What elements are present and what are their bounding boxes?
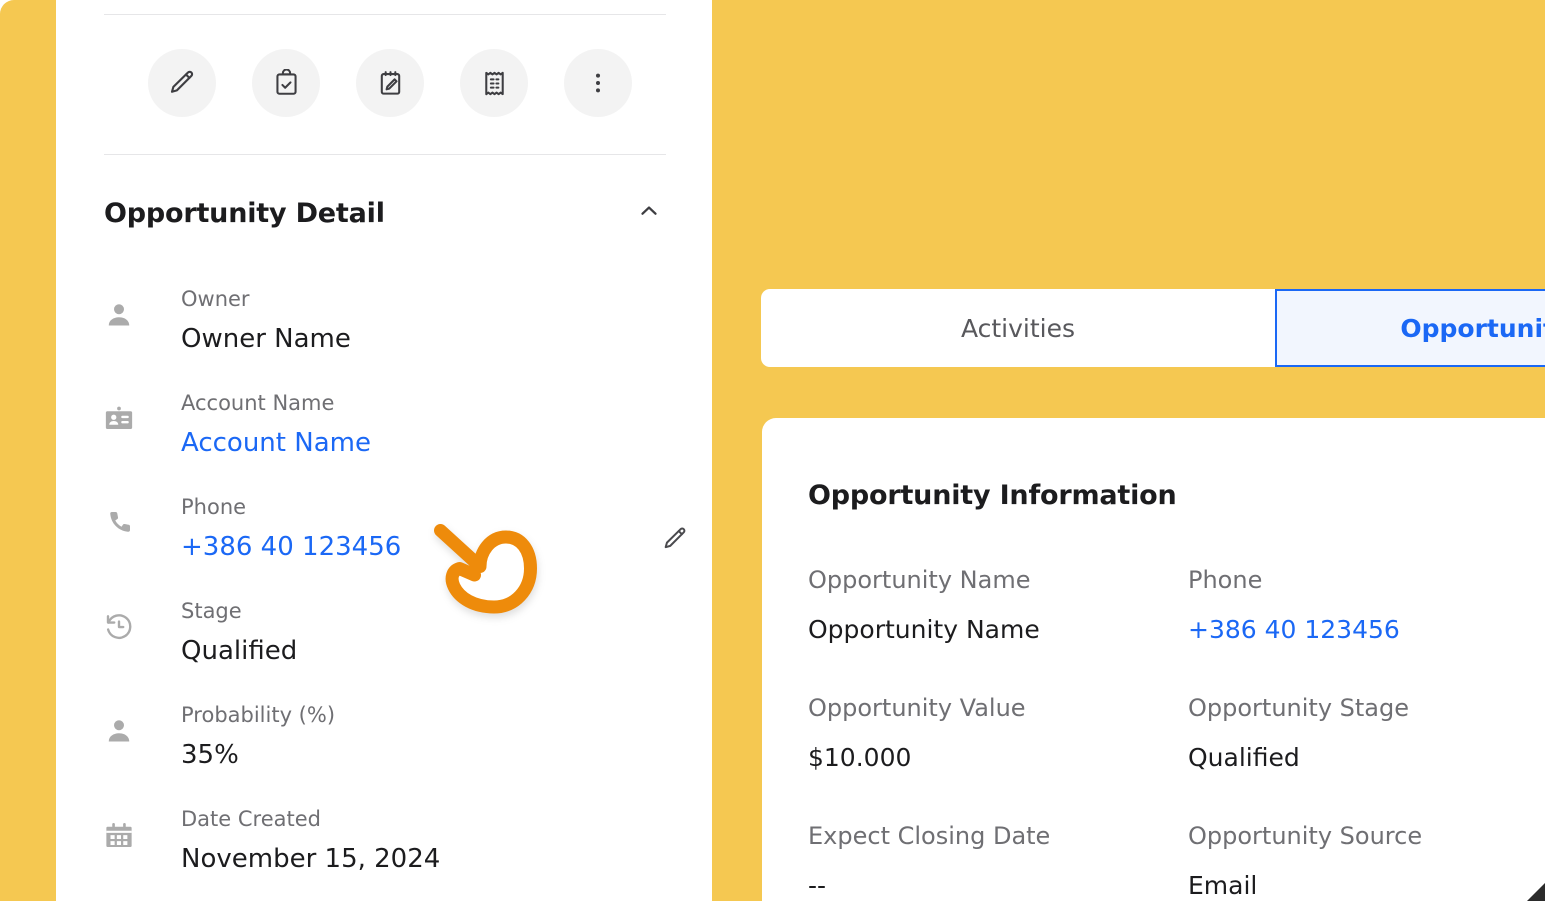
field-body: Probability (%) 35% <box>181 692 336 770</box>
edit-pencil-icon-button[interactable] <box>148 49 216 117</box>
tab-bar: Activities Opportunity Detail <box>761 289 1545 367</box>
info-value: Email <box>1188 871 1258 900</box>
field-value: Qualified <box>181 636 298 666</box>
note-pencil-icon-button[interactable] <box>356 49 424 117</box>
info-value: Opportunity Name <box>808 615 1040 644</box>
info-label: Expect Closing Date <box>808 822 1051 850</box>
field-row: Date Created November 15, 2024 <box>104 796 704 900</box>
app-screen: Opportunity Detail Owner Owner Name Acco… <box>0 0 1545 901</box>
account-name-link[interactable]: Account Name <box>181 430 371 456</box>
edit-pencil-icon <box>167 68 197 98</box>
phone-icon <box>104 508 140 538</box>
tab-opportunity-detail[interactable]: Opportunity Detail <box>1275 289 1545 367</box>
person-icon <box>104 716 140 746</box>
field-body: Owner Owner Name <box>181 276 351 354</box>
info-value: $10.000 <box>808 743 912 772</box>
field-body: Date Created November 15, 2024 <box>181 796 441 874</box>
history-icon <box>104 612 140 642</box>
calendar-icon <box>104 820 140 850</box>
more-vertical-icon-button[interactable] <box>564 49 632 117</box>
tab-activities[interactable]: Activities <box>761 289 1275 367</box>
info-card-title: Opportunity Information <box>808 480 1177 511</box>
info-cell: Opportunity Value $10.000 <box>808 696 1188 824</box>
info-row: Expect Closing Date -- Opportunity Sourc… <box>808 824 1545 901</box>
info-label: Opportunity Name <box>808 566 1031 594</box>
field-body: Account Name Account Name <box>181 380 371 457</box>
corner-marker <box>1527 883 1545 901</box>
field-label: Date Created <box>181 807 321 831</box>
note-pencil-icon <box>376 69 405 98</box>
receipt-icon <box>480 69 509 98</box>
field-row: Stage Qualified <box>104 588 704 692</box>
field-row: Probability (%) 35% <box>104 692 704 796</box>
receipt-icon-button[interactable] <box>460 49 528 117</box>
field-label: Stage <box>181 599 242 623</box>
field-body: Phone +386 40 123456 <box>181 484 401 561</box>
field-label: Probability (%) <box>181 703 336 727</box>
id-badge-icon <box>104 404 140 434</box>
more-vertical-icon <box>585 70 611 96</box>
info-row: Opportunity Name Opportunity Name Phone … <box>808 568 1545 696</box>
info-row: Opportunity Value $10.000 Opportunity St… <box>808 696 1545 824</box>
field-label: Phone <box>181 495 247 519</box>
info-cell: Opportunity Source Email <box>1188 824 1545 901</box>
divider-top <box>104 14 666 15</box>
clipboard-check-icon-button[interactable] <box>252 49 320 117</box>
edit-phone-button[interactable] <box>660 526 690 556</box>
action-toolbar <box>148 49 632 117</box>
left-backdrop-strip <box>0 0 56 901</box>
info-cell: Opportunity Name Opportunity Name <box>808 568 1188 696</box>
info-cell: Phone +386 40 123456 <box>1188 568 1545 696</box>
field-row: Account Name Account Name <box>104 380 704 484</box>
detail-field-list: Owner Owner Name Account Name Account Na… <box>104 276 704 900</box>
phone-link[interactable]: +386 40 123456 <box>181 534 401 560</box>
field-row: Phone +386 40 123456 <box>104 484 704 588</box>
field-value: November 15, 2024 <box>181 844 441 874</box>
info-label: Opportunity Source <box>1188 822 1423 850</box>
opportunity-detail-panel: Opportunity Detail Owner Owner Name Acco… <box>57 0 712 901</box>
page-title: Opportunity Detail <box>104 197 385 229</box>
collapse-section-button[interactable] <box>632 196 666 230</box>
clipboard-check-icon <box>272 68 301 98</box>
opportunity-information-card: Opportunity Information Opportunity Name… <box>762 418 1545 901</box>
info-field-grid: Opportunity Name Opportunity Name Phone … <box>808 568 1545 901</box>
info-label: Opportunity Stage <box>1188 694 1410 722</box>
info-value: -- <box>808 871 827 900</box>
divider-bottom <box>104 154 666 155</box>
person-icon <box>104 300 140 330</box>
info-label: Phone <box>1188 566 1263 594</box>
field-body: Stage Qualified <box>181 588 298 666</box>
field-label: Account Name <box>181 391 335 415</box>
section-header: Opportunity Detail <box>104 196 666 230</box>
field-value: 35% <box>181 740 239 770</box>
info-cell: Expect Closing Date -- <box>808 824 1188 901</box>
field-row: Owner Owner Name <box>104 276 704 380</box>
info-cell: Opportunity Stage Qualified <box>1188 696 1545 824</box>
phone-link[interactable]: +386 40 123456 <box>1188 617 1545 642</box>
chevron-up-icon <box>636 198 662 228</box>
field-value: Owner Name <box>181 324 351 354</box>
info-label: Opportunity Value <box>808 694 1026 722</box>
edit-pencil-icon <box>661 525 689 557</box>
info-value: Qualified <box>1188 743 1300 772</box>
field-label: Owner <box>181 287 250 311</box>
